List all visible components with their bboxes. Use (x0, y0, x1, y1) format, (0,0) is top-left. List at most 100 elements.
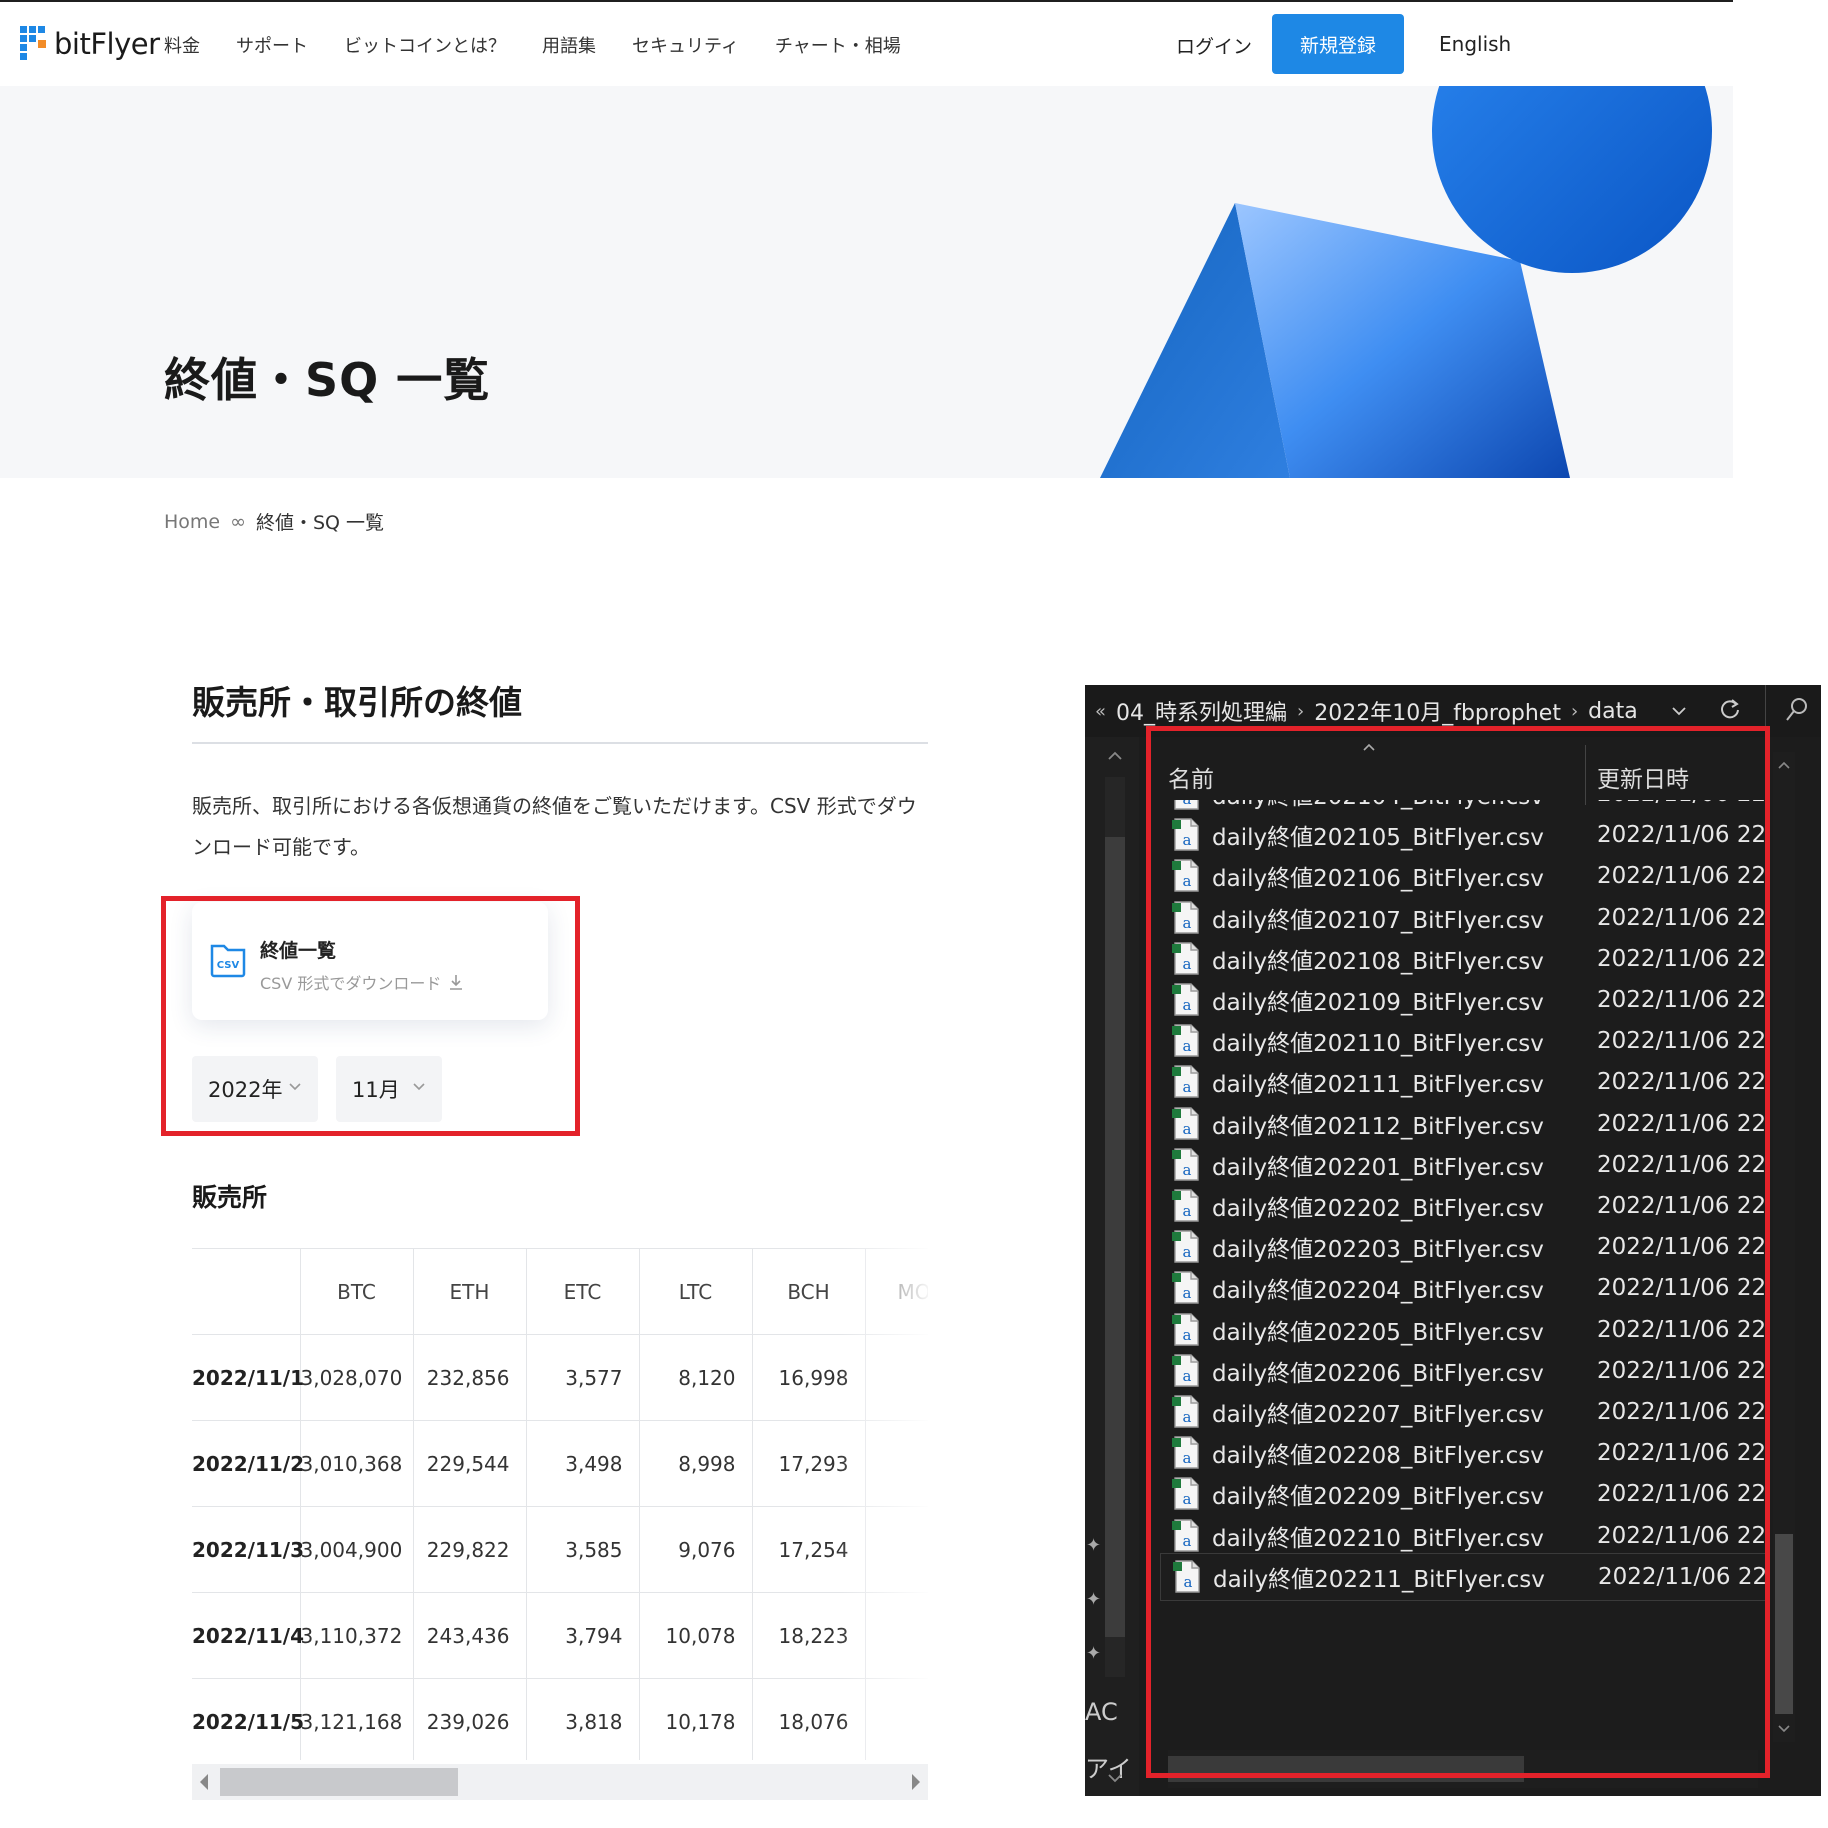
refresh-icon[interactable] (1719, 697, 1741, 721)
chevron-up-icon[interactable] (1777, 760, 1791, 770)
nav-fees[interactable]: 料金 (164, 32, 200, 58)
table-row: 2022/11/2 3,010,368 229,544 3,498 8,998 17,29… (192, 1420, 928, 1507)
table-cell: 3,121,168 (299, 1678, 414, 1760)
table-row-date: 2022/11/3 (192, 1506, 304, 1593)
nav-support[interactable]: サポート (236, 32, 308, 58)
breadcrumb-separator-icon: ∞ (230, 510, 246, 533)
highlight-box-files (1146, 726, 1770, 1778)
section-title: 販売所・取引所の終値 (192, 683, 522, 722)
nav-pane-scroll-thumb[interactable] (1105, 837, 1125, 1637)
table-row-date: 2022/11/5 (192, 1678, 304, 1760)
nav-glossary[interactable]: 用語集 (542, 32, 596, 58)
table-cell: 232,856 (412, 1334, 527, 1421)
table-cell: 16,998 (751, 1334, 866, 1421)
search-icon[interactable] (1785, 697, 1809, 723)
main-nav: 料金 サポート ビットコインとは？ 用語集 セキュリティ チャート・相場 (164, 32, 937, 58)
nav-chart[interactable]: チャート・相場 (775, 32, 901, 58)
scrollbar-thumb[interactable] (1775, 1534, 1793, 1714)
file-list-vertical-scrollbar[interactable] (1773, 752, 1795, 1742)
table-horizontal-scrollbar[interactable] (192, 1764, 928, 1800)
table-cell: 9,076 (638, 1506, 753, 1593)
scroll-left-icon[interactable] (200, 1774, 208, 1790)
table-cell: 3,004,900 (299, 1506, 414, 1593)
table-cell (864, 1592, 928, 1679)
login-link[interactable]: ログイン (1176, 32, 1252, 59)
breadcrumb: Home ∞ 終値・SQ 一覧 (164, 508, 384, 535)
table-cell: 3,010,368 (299, 1420, 414, 1507)
scrollbar-thumb[interactable] (220, 1768, 458, 1796)
explorer-nav-pane: ✦ ✦ ✦ AC アイ (1085, 737, 1139, 1796)
bitflyer-logo-icon (20, 26, 46, 62)
scroll-right-icon[interactable] (912, 1774, 920, 1790)
table-cell: 10,178 (638, 1678, 753, 1760)
path-segment[interactable]: 04_時系列処理編 (1116, 695, 1287, 727)
nav-security[interactable]: セキュリティ (632, 32, 739, 58)
table-cell: 3,028,070 (299, 1334, 414, 1421)
table-cell (864, 1420, 928, 1507)
table-cell: 10,078 (638, 1592, 753, 1679)
table-cell: 3,794 (525, 1592, 640, 1679)
table-header-cell: BTC (299, 1248, 414, 1335)
path-overflow-icon[interactable]: « (1095, 701, 1106, 722)
highlight-box-download (161, 896, 580, 1136)
closing-price-table: BTC ETH ETC LTC BCH MON 2022/11/13,028,0… (192, 1248, 928, 1760)
table-cell: 18,223 (751, 1592, 866, 1679)
chevron-right-icon: › (1570, 700, 1579, 722)
table-row-date: 2022/11/1 (192, 1334, 304, 1421)
table-header-row: BTC ETH ETC LTC BCH MON (192, 1248, 928, 1335)
chevron-down-icon[interactable] (1107, 1773, 1123, 1785)
signup-button[interactable]: 新規登録 (1272, 14, 1404, 74)
closing-price-table-wrap: BTC ETH ETC LTC BCH MON 2022/11/13,028,0… (192, 1248, 928, 1760)
language-english-link[interactable]: English (1439, 32, 1511, 56)
table-row-date: 2022/11/4 (192, 1592, 304, 1679)
table-cell: 17,293 (751, 1420, 866, 1507)
table-row: 2022/11/5 3,121,168 239,026 3,818 10,178 18,0… (192, 1678, 928, 1760)
table-header-cell: MON (864, 1248, 928, 1335)
table-cell: 229,544 (412, 1420, 527, 1507)
table-cell: 8,998 (638, 1420, 753, 1507)
table-cell: 3,577 (525, 1334, 640, 1421)
nav-what-is-bitcoin[interactable]: ビットコインとは？ (344, 32, 506, 58)
table-cell (864, 1334, 928, 1421)
table-cell: 3,585 (525, 1506, 640, 1593)
table-row: 2022/11/1 3,028,070 232,856 3,577 8,120 16,99… (192, 1334, 928, 1421)
pin-icon[interactable]: ✦ (1086, 1643, 1106, 1664)
chevron-down-icon[interactable] (1671, 703, 1687, 719)
table-cell: 3,498 (525, 1420, 640, 1507)
pin-icon[interactable]: ✦ (1086, 1589, 1106, 1610)
section-divider (192, 742, 928, 744)
table-cell: 17,254 (751, 1506, 866, 1593)
hero-banner: 終値・SQ 一覧 (0, 86, 1733, 478)
bitflyer-logo[interactable]: bitFlyer (20, 24, 160, 64)
table-row: 2022/11/4 3,110,372 243,436 3,794 10,078 18,2… (192, 1592, 928, 1679)
table-cell (864, 1678, 928, 1760)
table-header-cell: ETH (412, 1248, 527, 1335)
table-cell: 243,436 (412, 1592, 527, 1679)
breadcrumb-current: 終値・SQ 一覧 (255, 512, 384, 534)
table-cell (864, 1506, 928, 1593)
table-header-cell (192, 1248, 301, 1335)
path-segment[interactable]: data (1588, 699, 1638, 724)
explorer-path: « 04_時系列処理編 › 2022年10月_fbprophet › data (1095, 695, 1638, 727)
chevron-down-icon[interactable] (1777, 1724, 1791, 1734)
path-segment[interactable]: 2022年10月_fbprophet (1314, 695, 1561, 727)
hero-graphic (1100, 86, 1712, 478)
table-row-date: 2022/11/2 (192, 1420, 304, 1507)
table-cell: 3,110,372 (299, 1592, 414, 1679)
table-cell: 239,026 (412, 1678, 527, 1760)
chevron-right-icon: › (1297, 700, 1305, 722)
table-cell: 8,120 (638, 1334, 753, 1421)
section-description: 販売所、取引所における各仮想通貨の終値をご覧いただけます。CSV 形式でダウンロ… (192, 794, 917, 859)
breadcrumb-home[interactable]: Home (164, 511, 220, 533)
table-section-title: 販売所 (192, 1183, 268, 1212)
table-row: 2022/11/3 3,004,900 229,822 3,585 9,076 17,25… (192, 1506, 928, 1593)
site-header: bitFlyer 料金 サポート ビットコインとは？ 用語集 セキュリティ チャ… (0, 2, 1733, 86)
table-cell: 229,822 (412, 1506, 527, 1593)
nav-pane-fragment[interactable]: AC (1085, 1698, 1118, 1726)
table-header-cell: BCH (751, 1248, 866, 1335)
chevron-up-icon[interactable] (1107, 749, 1123, 761)
table-cell: 3,818 (525, 1678, 640, 1760)
pin-icon[interactable]: ✦ (1086, 1535, 1106, 1556)
logo-text: bitFlyer (54, 27, 160, 61)
page-title: 終値・SQ 一覧 (164, 353, 491, 407)
